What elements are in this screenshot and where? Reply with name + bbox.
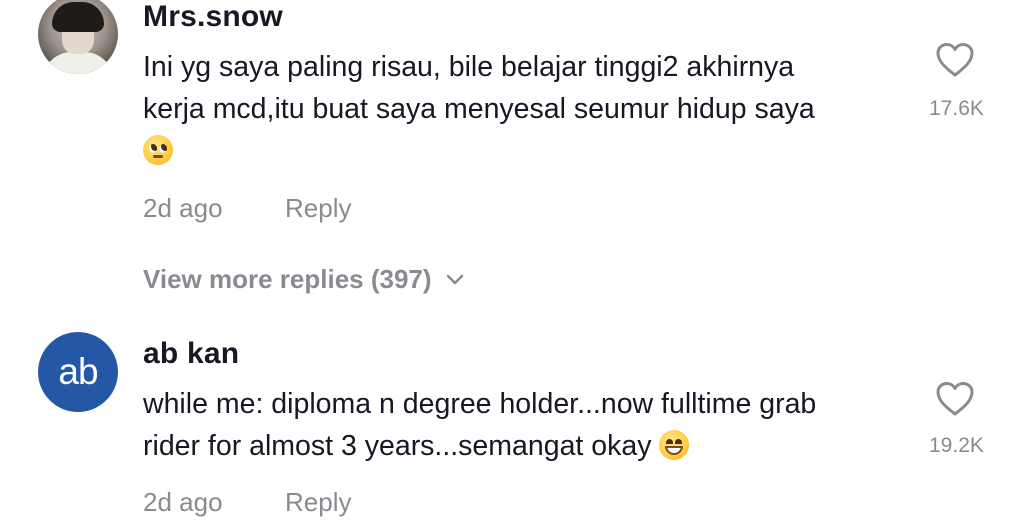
reply-button[interactable]: Reply: [285, 487, 351, 518]
comment-text-line: while me: diploma n degree holder...now …: [143, 388, 817, 420]
like-count: 19.2K: [929, 434, 984, 457]
like-button[interactable]: [930, 381, 980, 417]
like-count: 17.6K: [929, 97, 984, 120]
comment-username[interactable]: ab kan: [143, 337, 239, 371]
comment-timestamp: 2d ago: [143, 193, 223, 223]
grinning-face-emoji: [659, 430, 690, 460]
comment-text-line: Ini yg saya paling risau, bile belajar t…: [143, 51, 795, 83]
avatar[interactable]: [38, 0, 118, 74]
view-more-replies-label: View more replies (397): [143, 264, 432, 294]
heart-outline-icon: [936, 43, 974, 77]
comments-list: Mrs.snow Ini yg saya paling risau, bile …: [0, 0, 1028, 532]
avatar[interactable]: ab: [38, 332, 118, 412]
comment-username[interactable]: Mrs.snow: [143, 0, 283, 34]
comment-timestamp: 2d ago: [143, 487, 223, 517]
like-button[interactable]: [930, 42, 980, 78]
comment-text: while me: diploma n degree holder...now …: [143, 383, 913, 467]
avatar-initials: ab: [58, 351, 98, 392]
comment-text-line: [143, 130, 913, 172]
heart-outline-icon: [936, 382, 974, 416]
chevron-down-icon: [446, 274, 463, 284]
comment-text-line: kerja mcd,itu buat saya menyesal seumur …: [143, 93, 815, 125]
pleading-face-emoji: [143, 135, 173, 165]
comment-text-line: rider for almost 3 years...semangat okay: [143, 425, 913, 467]
view-more-replies-button[interactable]: View more replies (397): [143, 264, 464, 295]
reply-button[interactable]: Reply: [285, 193, 351, 224]
comment-text: Ini yg saya paling risau, bile belajar t…: [143, 46, 913, 172]
